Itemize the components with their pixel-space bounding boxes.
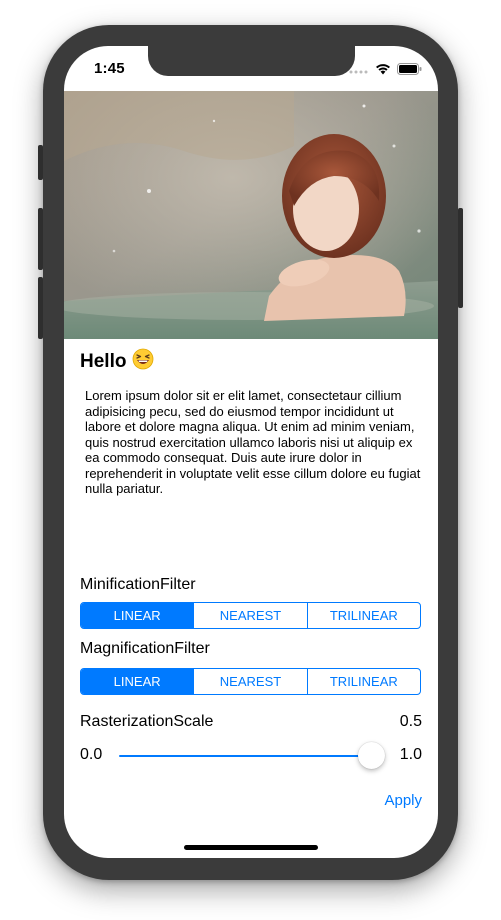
title-text: Hello [80, 351, 127, 372]
minification-filter-segmented: LINEAR NEAREST TRILINEAR [80, 602, 421, 629]
screen: 1:45 Hello Lorem ipsum dolor sit er elit… [64, 46, 438, 858]
volume-down-button [38, 277, 43, 339]
battery-icon [397, 62, 422, 80]
status-time: 1:45 [94, 60, 125, 77]
laughing-emoji-icon [132, 348, 154, 376]
rasterization-slider-thumb[interactable] [357, 742, 385, 769]
slider-min-label: 0.0 [80, 746, 103, 763]
wifi-icon [375, 62, 391, 80]
photo-image [64, 91, 438, 339]
rasterization-scale-value: 0.5 [399, 713, 422, 730]
volume-up-button [38, 208, 43, 270]
apply-button[interactable]: Apply [384, 792, 422, 809]
minification-option-linear[interactable]: LINEAR [81, 603, 194, 628]
magnification-filter-segmented: LINEAR NEAREST TRILINEAR [80, 668, 421, 695]
minification-option-trilinear[interactable]: TRILINEAR [306, 603, 420, 628]
title: Hello [80, 348, 154, 376]
magnification-option-nearest[interactable]: NEAREST [193, 669, 306, 694]
notch [148, 46, 355, 76]
minification-option-nearest[interactable]: NEAREST [193, 603, 306, 628]
hero-photo [64, 91, 438, 339]
mute-switch [38, 145, 43, 180]
body-paragraph: Lorem ipsum dolor sit er elit lamet, con… [85, 388, 421, 496]
magnification-filter-label: MagnificationFilter [80, 640, 210, 657]
slider-max-label: 1.0 [399, 746, 422, 763]
rasterization-slider-track[interactable] [119, 755, 371, 757]
home-indicator[interactable] [184, 845, 318, 850]
minification-filter-label: MinificationFilter [80, 576, 196, 593]
magnification-option-linear[interactable]: LINEAR [81, 669, 194, 694]
rasterization-scale-label: RasterizationScale [80, 713, 214, 730]
status-icons [349, 62, 422, 80]
magnification-option-trilinear[interactable]: TRILINEAR [306, 669, 420, 694]
power-button [458, 208, 463, 308]
